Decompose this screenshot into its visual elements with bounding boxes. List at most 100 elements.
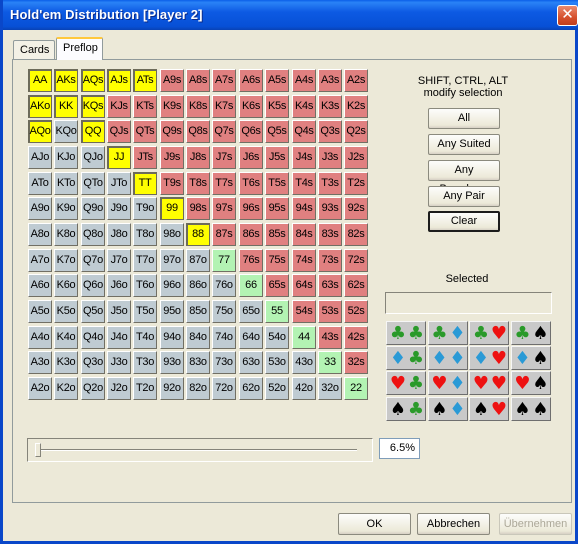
hand-cell-72s[interactable]: 72s [344, 249, 368, 272]
hand-cell-AKo[interactable]: AKo [28, 95, 52, 118]
hand-cell-76o[interactable]: 76o [212, 274, 236, 297]
hand-cell-K6o[interactable]: K6o [54, 274, 78, 297]
hand-cell-96s[interactable]: 96s [239, 197, 263, 220]
hand-cell-T4s[interactable]: T4s [292, 172, 316, 195]
hand-cell-64o[interactable]: 64o [239, 326, 263, 349]
hand-cell-A7o[interactable]: A7o [28, 249, 52, 272]
suit-combo-heart-heart[interactable]: ♥ ♥ [469, 371, 509, 396]
hand-cell-A4s[interactable]: A4s [292, 69, 316, 92]
hand-cell-T2s[interactable]: T2s [344, 172, 368, 195]
hand-cell-T8s[interactable]: T8s [186, 172, 210, 195]
hand-cell-K3o[interactable]: K3o [54, 351, 78, 374]
hand-cell-QTo[interactable]: QTo [81, 172, 105, 195]
hand-cell-J4s[interactable]: J4s [292, 146, 316, 169]
hand-cell-43o[interactable]: 43o [292, 351, 316, 374]
suit-combo-spade-heart[interactable]: ♠ ♥ [469, 396, 509, 421]
hand-cell-42o[interactable]: 42o [292, 377, 316, 400]
hand-cell-K9s[interactable]: K9s [160, 95, 184, 118]
hand-cell-A6s[interactable]: A6s [239, 69, 263, 92]
hand-cell-32s[interactable]: 32s [344, 351, 368, 374]
hand-cell-73o[interactable]: 73o [212, 351, 236, 374]
suit-combo-heart-spade[interactable]: ♥ ♠ [510, 371, 551, 396]
hand-cell-54o[interactable]: 54o [265, 326, 289, 349]
hand-cell-82s[interactable]: 82s [344, 223, 368, 246]
hand-cell-92o[interactable]: 92o [160, 377, 184, 400]
hand-cell-A9s[interactable]: A9s [160, 69, 184, 92]
any-suited-button[interactable]: Any Suited [428, 134, 500, 155]
hand-cell-A7s[interactable]: A7s [212, 69, 236, 92]
hand-cell-J6o[interactable]: J6o [107, 274, 131, 297]
hand-cell-J3o[interactable]: J3o [107, 351, 131, 374]
hand-cell-42s[interactable]: 42s [344, 326, 368, 349]
any-pair-button[interactable]: Any Pair [428, 186, 500, 207]
hand-cell-55[interactable]: 55 [265, 300, 289, 323]
hand-cell-Q3o[interactable]: Q3o [81, 351, 105, 374]
hand-cell-KTs[interactable]: KTs [133, 95, 157, 118]
hand-cell-53s[interactable]: 53s [318, 300, 342, 323]
suit-combo-club-spade[interactable]: ♣ ♠ [510, 321, 551, 345]
hand-cell-95s[interactable]: 95s [265, 197, 289, 220]
clear-button[interactable]: Clear [428, 211, 500, 232]
hand-cell-93o[interactable]: 93o [160, 351, 184, 374]
hand-cell-AKs[interactable]: AKs [54, 69, 78, 92]
hand-cell-54s[interactable]: 54s [292, 300, 316, 323]
hand-cell-TT[interactable]: TT [133, 172, 157, 195]
close-button[interactable]: ✕ [557, 5, 578, 26]
hand-cell-52o[interactable]: 52o [265, 377, 289, 400]
range-slider[interactable] [27, 438, 373, 462]
hand-cell-JTs[interactable]: JTs [133, 146, 157, 169]
hand-cell-Q5o[interactable]: Q5o [81, 300, 105, 323]
any-broadway-button[interactable]: Any Broadway [428, 160, 500, 195]
tab-cards[interactable]: Cards [13, 40, 55, 59]
tab-preflop[interactable]: Preflop [56, 37, 103, 60]
hand-cell-53o[interactable]: 53o [265, 351, 289, 374]
hand-cell-A5o[interactable]: A5o [28, 300, 52, 323]
hand-cell-T7o[interactable]: T7o [133, 249, 157, 272]
hand-cell-A6o[interactable]: A6o [28, 274, 52, 297]
hand-cell-K4o[interactable]: K4o [54, 326, 78, 349]
hand-cell-97o[interactable]: 97o [160, 249, 184, 272]
all-button[interactable]: All [428, 108, 500, 129]
hand-cell-76s[interactable]: 76s [239, 249, 263, 272]
hand-cell-T8o[interactable]: T8o [133, 223, 157, 246]
slider-thumb[interactable] [35, 443, 41, 457]
suit-combo-heart-diamond[interactable]: ♥ ♦ [427, 371, 468, 396]
hand-cell-33[interactable]: 33 [318, 351, 342, 374]
hand-cell-T5o[interactable]: T5o [133, 300, 157, 323]
hand-cell-96o[interactable]: 96o [160, 274, 184, 297]
hand-cell-43s[interactable]: 43s [318, 326, 342, 349]
hand-cell-Q9o[interactable]: Q9o [81, 197, 105, 220]
hand-cell-K4s[interactable]: K4s [292, 95, 316, 118]
hand-cell-KQo[interactable]: KQo [54, 120, 78, 143]
hand-cell-74s[interactable]: 74s [292, 249, 316, 272]
hand-cell-T3o[interactable]: T3o [133, 351, 157, 374]
hand-cell-72o[interactable]: 72o [212, 377, 236, 400]
hand-cell-Q3s[interactable]: Q3s [318, 120, 342, 143]
hand-cell-ATo[interactable]: ATo [28, 172, 52, 195]
hand-cell-A8o[interactable]: A8o [28, 223, 52, 246]
title-bar[interactable]: Hold'em Distribution [Player 2] ✕ [3, 0, 578, 30]
suit-combo-club-diamond[interactable]: ♣ ♦ [427, 321, 468, 345]
hand-cell-85o[interactable]: 85o [186, 300, 210, 323]
hand-cell-KQs[interactable]: KQs [81, 95, 105, 118]
hand-cell-J7s[interactable]: J7s [212, 146, 236, 169]
suit-combo-spade-club[interactable]: ♠ ♣ [386, 396, 426, 421]
hand-cell-99[interactable]: 99 [160, 197, 184, 220]
hand-cell-87s[interactable]: 87s [212, 223, 236, 246]
hand-cell-AJo[interactable]: AJo [28, 146, 52, 169]
hand-cell-A5s[interactable]: A5s [265, 69, 289, 92]
hand-cell-AQs[interactable]: AQs [81, 69, 105, 92]
hand-cell-KJo[interactable]: KJo [54, 146, 78, 169]
hand-cell-K7s[interactable]: K7s [212, 95, 236, 118]
hand-cell-A4o[interactable]: A4o [28, 326, 52, 349]
hand-cell-T9s[interactable]: T9s [160, 172, 184, 195]
suit-combo-club-club[interactable]: ♣ ♣ [386, 321, 426, 345]
hand-cell-QQ[interactable]: QQ [81, 120, 105, 143]
suit-combo-diamond-club[interactable]: ♦ ♣ [386, 346, 426, 371]
hand-cell-75s[interactable]: 75s [265, 249, 289, 272]
hand-cell-K2s[interactable]: K2s [344, 95, 368, 118]
hand-cell-98o[interactable]: 98o [160, 223, 184, 246]
hand-cell-62s[interactable]: 62s [344, 274, 368, 297]
hand-cell-62o[interactable]: 62o [239, 377, 263, 400]
hand-cell-JTo[interactable]: JTo [107, 172, 131, 195]
